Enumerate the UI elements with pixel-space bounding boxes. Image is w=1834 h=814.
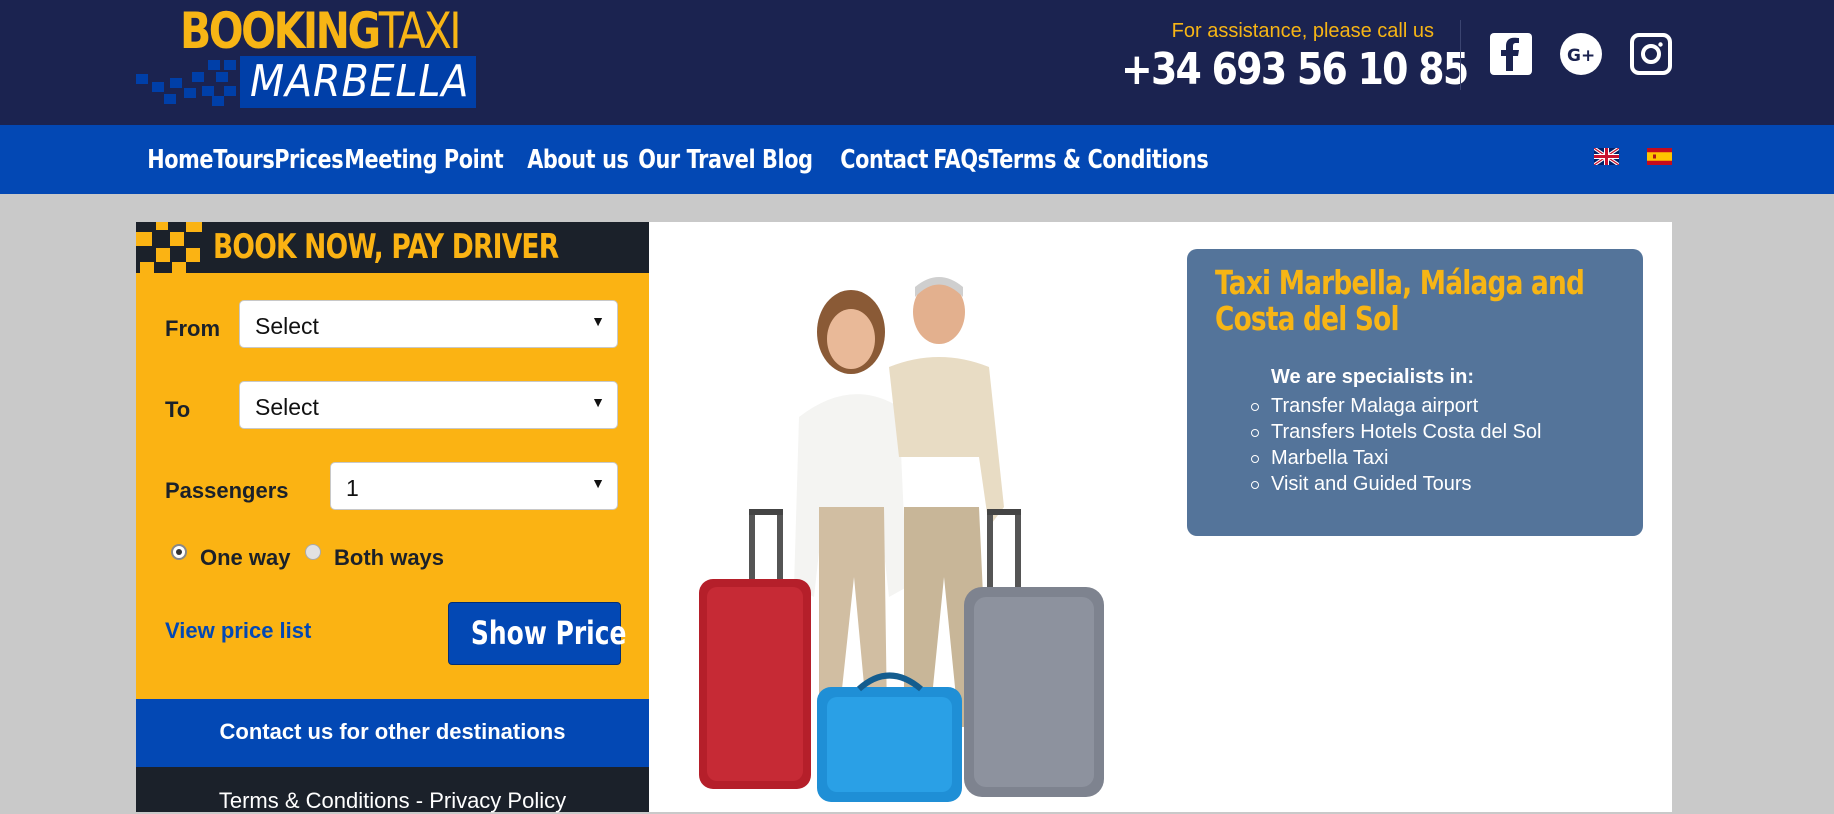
chevron-down-icon: ▼ (591, 313, 605, 329)
from-label: From (165, 316, 220, 341)
chevron-down-icon: ▼ (591, 475, 605, 491)
legal-links-bar: Terms & Conditions - Privacy Policy (136, 767, 649, 813)
both-ways-radio[interactable] (305, 544, 321, 560)
chevron-down-icon: ▼ (591, 394, 605, 410)
booking-title: BOOK NOW, PAY DRIVER (213, 227, 559, 267)
header-divider (1460, 20, 1461, 90)
from-select-value: Select (255, 313, 319, 339)
specialists-heading: We are specialists in: (1271, 366, 1475, 388)
uk-flag-icon[interactable] (1594, 148, 1619, 165)
couple-with-luggage-image (699, 277, 1104, 802)
from-select[interactable]: Select ▼ (239, 300, 618, 348)
google-plus-icon[interactable]: G+ (1560, 33, 1602, 75)
list-item: Marbella Taxi (1250, 445, 1541, 471)
list-item: Transfer Malaga airport (1250, 393, 1541, 419)
phone-number[interactable]: +34 693 56 10 85 (1121, 44, 1469, 95)
facebook-icon[interactable] (1490, 33, 1532, 75)
logo-text-bottom: MARBELLA (250, 56, 470, 107)
both-ways-label[interactable]: Both ways (334, 545, 444, 571)
site-logo[interactable]: BOOKINGTAXI MARBELLA (136, 2, 476, 108)
services-list: Transfer Malaga airport Transfers Hotels… (1250, 393, 1542, 497)
site-header: BOOKINGTAXI MARBELLA For assistance, ple… (0, 0, 1834, 125)
to-select-value: Select (255, 394, 319, 420)
specialists-info-box: Taxi Marbella, Málaga and Costa del Sol … (1187, 249, 1643, 536)
view-price-list-link[interactable]: View price list (165, 618, 311, 644)
nav-item-terms[interactable]: Terms & Conditions (977, 145, 1220, 175)
checkered-icon (136, 222, 202, 273)
nav-item-about-us[interactable]: About us (516, 145, 640, 175)
one-way-radio[interactable] (171, 544, 187, 560)
passengers-select[interactable]: 1 ▼ (330, 462, 618, 510)
booking-header: BOOK NOW, PAY DRIVER (136, 222, 649, 273)
privacy-link[interactable]: Privacy Policy (429, 788, 566, 813)
list-item: Transfers Hotels Costa del Sol (1250, 421, 1542, 443)
logo-text-top: BOOKINGTAXI (180, 2, 461, 60)
list-item: Visit and Guided Tours (1250, 471, 1541, 497)
svg-text:G+: G+ (1567, 46, 1595, 66)
contact-other-destinations-button[interactable]: Contact us for other destinations (136, 699, 649, 767)
legal-separator: - (409, 788, 430, 813)
show-price-label: Show Price (470, 614, 627, 652)
to-select[interactable]: Select ▼ (239, 381, 618, 429)
passengers-label: Passengers (165, 478, 289, 503)
logo-text-bottom-box: MARBELLA (240, 56, 476, 108)
to-label: To (165, 397, 191, 422)
passengers-select-value: 1 (346, 475, 359, 501)
info-title: Taxi Marbella, Málaga and Costa del Sol (1215, 263, 1585, 338)
nav-item-travel-blog[interactable]: Our Travel Blog (627, 145, 824, 175)
nav-items: Home Tours Prices Meeting Point About us… (136, 125, 1236, 194)
booking-form-panel: BOOK NOW, PAY DRIVER From Select ▼ To Se… (136, 222, 649, 813)
assistance-text: For assistance, please call us (1171, 20, 1434, 42)
main-navigation: Home Tours Prices Meeting Point About us… (0, 125, 1834, 194)
instagram-icon[interactable] (1630, 33, 1672, 75)
main-content: Taxi Marbella, Málaga and Costa del Sol … (649, 222, 1672, 812)
nav-item-meeting-point[interactable]: Meeting Point (333, 145, 515, 175)
one-way-label[interactable]: One way (200, 545, 290, 571)
show-price-button[interactable]: Show Price (448, 602, 626, 665)
spain-flag-icon[interactable] (1647, 148, 1672, 165)
checkered-flag-logo-graphic (136, 60, 236, 106)
terms-link[interactable]: Terms & Conditions (219, 788, 410, 813)
